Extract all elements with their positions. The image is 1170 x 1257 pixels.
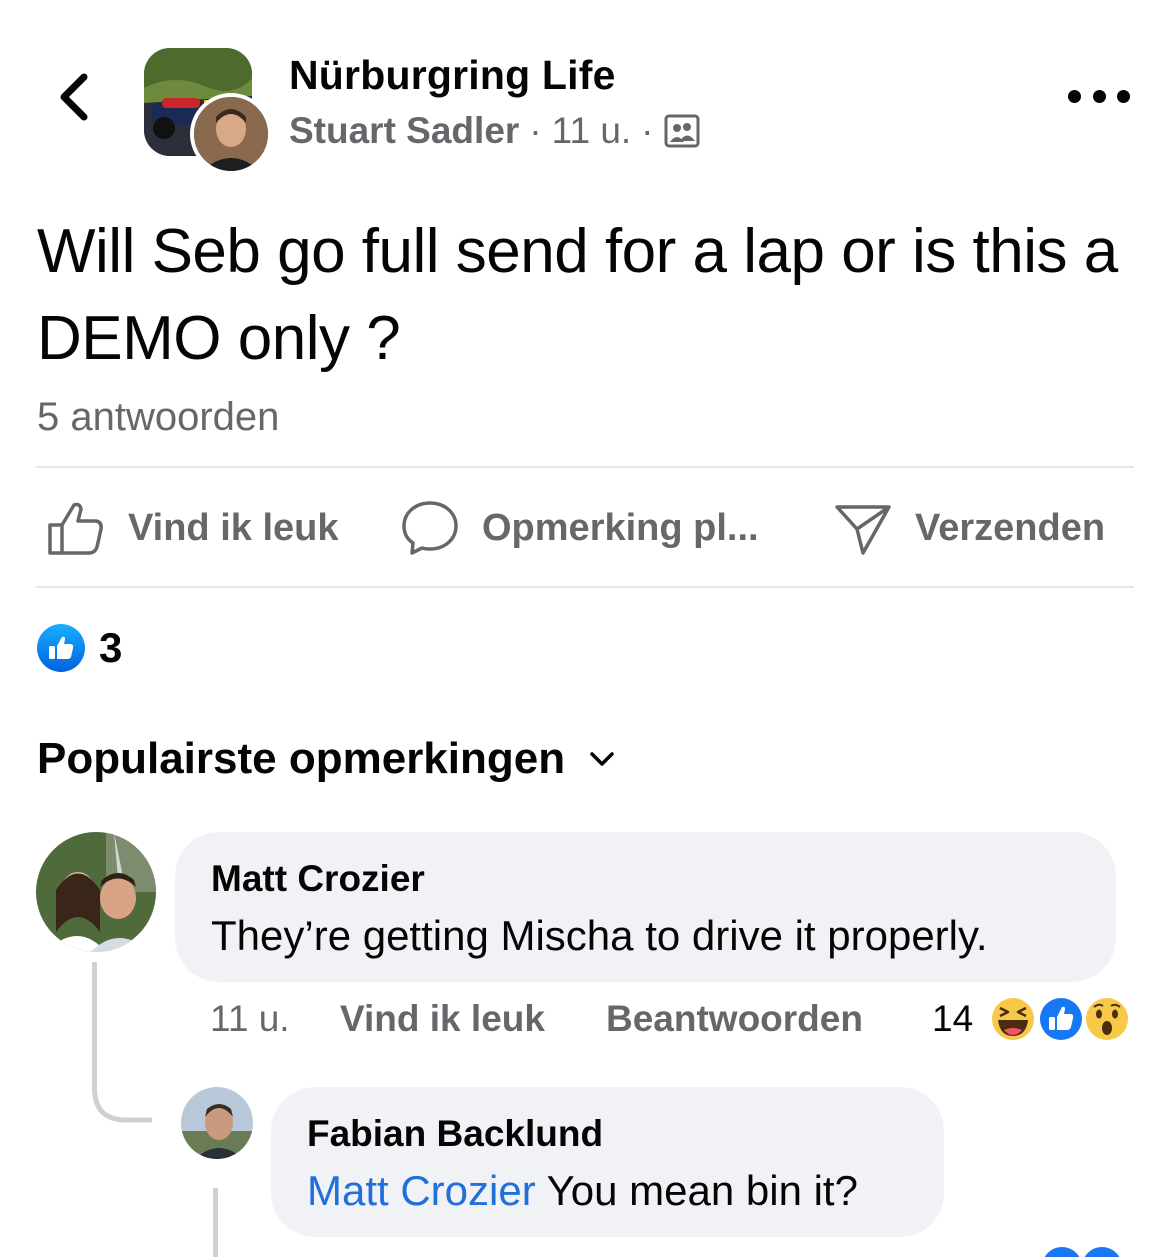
thread-connector — [92, 1058, 152, 1123]
author-avatar[interactable] — [190, 93, 272, 175]
meta-separator: · — [641, 110, 654, 151]
group-members-icon — [664, 114, 699, 148]
back-button[interactable] — [48, 70, 98, 124]
author-photo — [194, 97, 268, 171]
reply-author-photo — [181, 1087, 253, 1159]
send-icon — [835, 505, 891, 555]
like-button[interactable]: Vind ik leuk — [46, 498, 338, 558]
like-reaction-icon — [37, 624, 85, 672]
like-reaction-icon — [1037, 995, 1085, 1043]
comment-reply-button[interactable]: Beantwoorden — [606, 998, 863, 1040]
laugh-reaction-icon — [989, 995, 1037, 1043]
comment-reactions[interactable] — [988, 992, 1136, 1046]
comment-label: Opmerking pl... — [482, 506, 759, 549]
more-dot — [1117, 89, 1130, 103]
reply-author[interactable]: Fabian Backlund — [307, 1113, 603, 1155]
next-reactions-partial — [1040, 1245, 1130, 1257]
post-text: Will Seb go full send for a lap or is th… — [37, 217, 1118, 373]
couple-photo — [36, 832, 156, 952]
thumbs-up-icon — [48, 502, 103, 555]
wow-reaction-icon — [1083, 995, 1131, 1043]
reaction-count: 3 — [99, 624, 123, 671]
send-button[interactable]: Verzenden — [833, 498, 1105, 558]
replies-count[interactable]: 5 antwoorden — [37, 395, 279, 440]
like-label: Vind ik leuk — [128, 506, 339, 549]
commenter-avatar[interactable] — [36, 832, 156, 952]
thread-line — [213, 1188, 218, 1257]
comment-like-button[interactable]: Vind ik leuk — [340, 998, 545, 1040]
chevron-down-icon — [590, 752, 614, 766]
meta-separator: · — [529, 110, 542, 151]
comment-sort-dropdown[interactable]: Populairste opmerkingen — [37, 734, 615, 784]
divider — [36, 466, 1134, 468]
comment-reaction-count[interactable]: 14 — [932, 998, 973, 1040]
more-dots-icon — [1068, 89, 1081, 103]
more-dot — [1092, 89, 1106, 103]
post-time[interactable]: 11 u. — [552, 110, 632, 152]
post-meta: Stuart Sadler · 11 u. · — [289, 110, 700, 152]
group-name[interactable]: Nürburgring Life — [289, 52, 616, 99]
mention-link[interactable]: Matt Crozier — [307, 1167, 536, 1214]
comment-bubble-icon — [402, 501, 458, 555]
comment-button[interactable]: Opmerking pl... — [400, 498, 759, 558]
comment-bubble[interactable]: Matt Crozier They’re getting Mischa to d… — [175, 832, 1116, 982]
send-label: Verzenden — [915, 506, 1106, 549]
reply-text: Matt Crozier You mean bin it? — [307, 1167, 858, 1215]
commenter-avatar[interactable] — [181, 1087, 253, 1159]
more-options-button[interactable] — [1068, 80, 1130, 112]
comment-time[interactable]: 11 u. — [210, 998, 290, 1040]
reactions-summary[interactable]: 3 — [37, 624, 122, 672]
divider — [36, 586, 1134, 588]
reply-body: You mean bin it? — [535, 1167, 858, 1214]
comment-author[interactable]: Matt Crozier — [211, 858, 425, 900]
reply-bubble[interactable]: Fabian Backlund Matt Crozier You mean bi… — [271, 1087, 944, 1237]
chevron-left-icon — [60, 73, 88, 121]
author-name[interactable]: Stuart Sadler — [289, 110, 519, 152]
sort-label: Populairste opmerkingen — [37, 734, 566, 783]
comment-text: They’re getting Mischa to drive it prope… — [211, 912, 988, 959]
thread-line — [92, 962, 97, 1062]
